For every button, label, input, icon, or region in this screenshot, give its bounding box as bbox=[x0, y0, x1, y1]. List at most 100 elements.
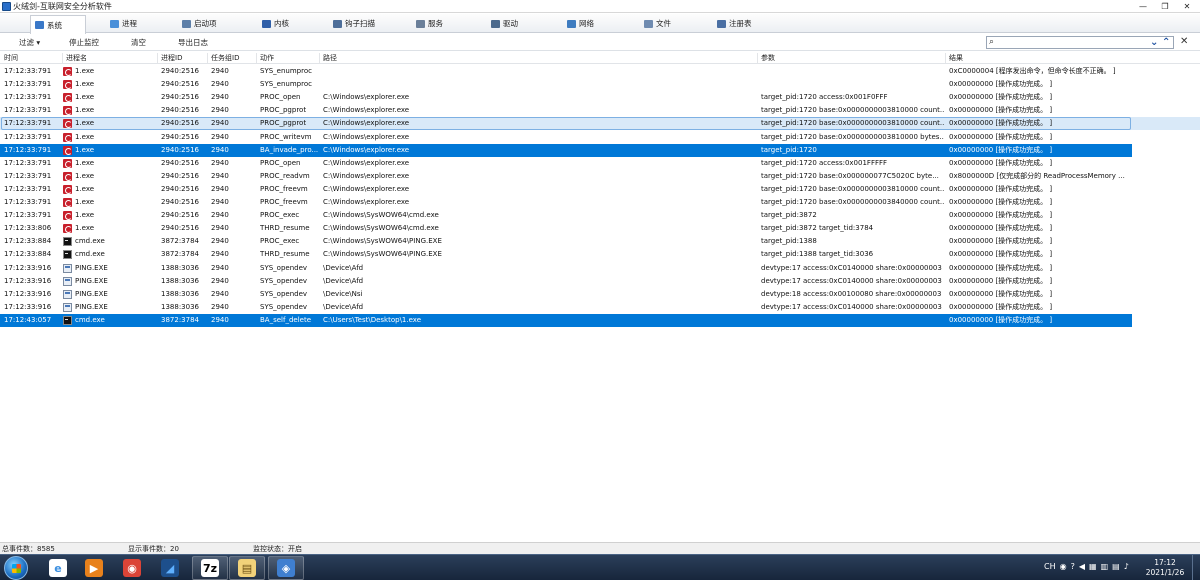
table-row[interactable]: 17:12:33:791 1.exe 2940:2516 2940 PROC_pgpro… bbox=[0, 104, 1200, 117]
clock-time: 17:12 bbox=[1154, 558, 1176, 567]
cell-param: target_pid:1388 target_tid:3036 bbox=[761, 250, 874, 259]
explorer-icon: ▤ bbox=[238, 559, 256, 577]
col-time[interactable]: 时间 bbox=[4, 53, 18, 63]
tab-3[interactable]: 内核 bbox=[258, 15, 293, 32]
table-row[interactable]: 17:12:33:884 cmd.exe 3872:3784 2940 THRD_res… bbox=[0, 248, 1200, 261]
cell-param: target_pid:1720 base:0x000000077C5020C b… bbox=[761, 171, 939, 180]
close-button[interactable]: ✕ bbox=[1176, 1, 1198, 12]
cell-action: SYS_enumproc bbox=[260, 80, 312, 89]
tab-7[interactable]: 网络 bbox=[563, 15, 598, 32]
ping-icon bbox=[63, 302, 72, 312]
cell-time: 17:12:33:791 bbox=[4, 158, 52, 167]
cell-path: C:\Windows\SysWOW64\PING.EXE bbox=[323, 237, 442, 246]
cell-pid: 3872:3784 bbox=[161, 315, 199, 324]
tray-app-icon[interactable]: ▤ bbox=[1112, 561, 1120, 573]
cell-action: PROC_freevm bbox=[260, 198, 308, 206]
taskbar-app[interactable]: ▶ bbox=[76, 556, 112, 580]
col-process[interactable]: 进程名 bbox=[66, 53, 87, 63]
cell-group-id: 2940 bbox=[211, 106, 229, 115]
maximize-button[interactable]: ❐ bbox=[1154, 1, 1176, 12]
table-row[interactable]: 17:12:33:791 1.exe 2940:2516 2940 PROC_exec C… bbox=[0, 209, 1200, 222]
tray-app-icon[interactable]: ▦ bbox=[1089, 561, 1097, 573]
cell-result: 0x00000000 [操作成功完成。 ] bbox=[949, 211, 1053, 220]
search-down-icon[interactable]: ⌄ bbox=[1150, 36, 1158, 49]
show-desktop-button[interactable] bbox=[1192, 555, 1200, 580]
cell-process: 1.exe bbox=[75, 93, 95, 102]
table-row[interactable]: 17:12:33:791 1.exe 2940:2516 2940 SYS_enumpr… bbox=[0, 78, 1200, 91]
table-row[interactable]: 17:12:33:791 1.exe 2940:2516 2940 PROC_open C… bbox=[0, 91, 1200, 104]
input-method-icon[interactable]: CH bbox=[1044, 561, 1056, 573]
table-row[interactable]: 17:12:33:791 1.exe 2940:2516 2940 PROC_freev… bbox=[0, 183, 1200, 196]
cell-param: devtype:17 access:0xC0140000 share:0x000… bbox=[761, 276, 942, 285]
taskbar-app[interactable]: ▤ bbox=[229, 556, 265, 580]
tab-8[interactable]: 文件 bbox=[640, 15, 675, 32]
cell-result: 0x00000000 [操作成功完成。 ] bbox=[949, 224, 1053, 233]
title-bar: 火绒剑-互联网安全分析软件 — ❐ ✕ bbox=[0, 0, 1200, 13]
exe-icon bbox=[63, 80, 72, 90]
cell-path: \Device\Afd bbox=[323, 263, 364, 272]
taskbar-app[interactable]: ◈ bbox=[268, 556, 304, 580]
cmd-icon bbox=[63, 237, 72, 247]
tray-app-icon[interactable]: ▥ bbox=[1101, 561, 1109, 573]
cell-action: BA_self_delete bbox=[260, 315, 312, 324]
table-row[interactable]: 17:12:33:916 PING.EXE 1388:3036 2940 SYS_ope… bbox=[0, 275, 1200, 288]
shown-events: 显示事件数：20 bbox=[128, 545, 179, 553]
table-row[interactable]: 17:12:33:806 1.exe 2940:2516 2940 THRD_resum… bbox=[0, 222, 1200, 235]
search-close-icon[interactable]: ✕ bbox=[1180, 36, 1188, 48]
table-row[interactable]: 17:12:33:791 1.exe 2940:2516 2940 BA_invade_… bbox=[0, 143, 1200, 157]
stop-monitor-button[interactable]: 停止监控 bbox=[69, 37, 99, 48]
taskbar-app[interactable]: ◉ bbox=[114, 556, 150, 580]
table-row[interactable]: 17:12:33:791 1.exe 2940:2516 2940 PROC_pgpro… bbox=[0, 117, 1200, 131]
cell-group-id: 2940 bbox=[211, 315, 229, 324]
cell-time: 17:12:33:791 bbox=[4, 145, 52, 154]
cell-group-id: 2940 bbox=[211, 171, 229, 180]
tab-5[interactable]: 服务 bbox=[412, 15, 447, 32]
cell-pid: 2940:2516 bbox=[161, 224, 199, 233]
exe-icon bbox=[63, 145, 72, 155]
cell-group-id: 2940 bbox=[211, 132, 229, 141]
table-row[interactable]: 17:12:33:916 PING.EXE 1388:3036 2940 SYS_ope… bbox=[0, 262, 1200, 275]
tab-9[interactable]: 注册表 bbox=[713, 15, 756, 32]
col-action[interactable]: 动作 bbox=[260, 53, 274, 63]
taskbar-app[interactable]: 7z bbox=[192, 556, 228, 580]
system-tray: CH ◉? ◀ ▦ ▥ ▤ ♪ bbox=[1044, 561, 1129, 573]
col-param[interactable]: 参数 bbox=[761, 53, 775, 63]
tab-6[interactable]: 驱动 bbox=[487, 15, 522, 32]
table-row[interactable]: 17:12:33:791 1.exe 2940:2516 2940 PROC_freev… bbox=[0, 196, 1200, 209]
col-pid[interactable]: 进程ID bbox=[161, 53, 182, 63]
table-row[interactable]: 17:12:43:057 cmd.exe 3872:3784 2940 BA_self_… bbox=[0, 313, 1200, 327]
start-button[interactable] bbox=[4, 556, 28, 580]
exe-icon bbox=[63, 184, 72, 194]
col-group-id[interactable]: 任务组ID bbox=[211, 53, 239, 63]
cell-path: C:\Windows\explorer.exe bbox=[323, 198, 410, 206]
tab-0[interactable]: 系统 bbox=[30, 15, 86, 34]
tray-arrow-icon[interactable]: ◀ bbox=[1079, 561, 1085, 573]
tab-label: 进程 bbox=[122, 19, 137, 28]
tab-1[interactable]: 进程 bbox=[106, 15, 141, 32]
tab-2[interactable]: 启动项 bbox=[178, 15, 221, 32]
filter-button[interactable]: 过滤 ▾ bbox=[19, 37, 40, 48]
table-row[interactable]: 17:12:33:791 1.exe 2940:2516 2940 PROC_readv… bbox=[0, 170, 1200, 183]
volume-icon[interactable]: ♪ bbox=[1124, 561, 1129, 573]
taskbar-app[interactable]: e bbox=[40, 556, 76, 580]
search-up-icon[interactable]: ⌃ bbox=[1162, 36, 1170, 49]
col-path[interactable]: 路径 bbox=[323, 53, 337, 63]
clock[interactable]: 17:12 2021/1/26 bbox=[1140, 558, 1190, 578]
tab-4[interactable]: 钩子扫描 bbox=[329, 15, 379, 32]
clear-button[interactable]: 清空 bbox=[131, 37, 146, 48]
table-row[interactable]: 17:12:33:791 1.exe 2940:2516 2940 PROC_open C… bbox=[0, 157, 1200, 170]
table-row[interactable]: 17:12:33:916 PING.EXE 1388:3036 2940 SYS_ope… bbox=[0, 288, 1200, 301]
export-log-button[interactable]: 导出日志 bbox=[178, 37, 208, 48]
help-icon[interactable]: ? bbox=[1071, 561, 1075, 573]
network-tray-icon[interactable]: ◉ bbox=[1060, 561, 1067, 573]
table-row[interactable]: 17:12:33:916 PING.EXE 1388:3036 2940 SYS_ope… bbox=[0, 301, 1200, 314]
cell-path: \Device\Afd bbox=[323, 276, 364, 285]
table-row[interactable]: 17:12:33:791 1.exe 2940:2516 2940 SYS_enumpr… bbox=[0, 65, 1200, 78]
col-result[interactable]: 结果 bbox=[949, 53, 963, 63]
cell-pid: 2940:2516 bbox=[161, 93, 199, 102]
minimize-button[interactable]: — bbox=[1132, 1, 1154, 12]
search-input[interactable] bbox=[999, 37, 1139, 48]
table-row[interactable]: 17:12:33:884 cmd.exe 3872:3784 2940 PROC_exe… bbox=[0, 235, 1200, 248]
table-row[interactable]: 17:12:33:791 1.exe 2940:2516 2940 PROC_write… bbox=[0, 131, 1200, 144]
taskbar-app[interactable]: ◢ bbox=[152, 556, 188, 580]
